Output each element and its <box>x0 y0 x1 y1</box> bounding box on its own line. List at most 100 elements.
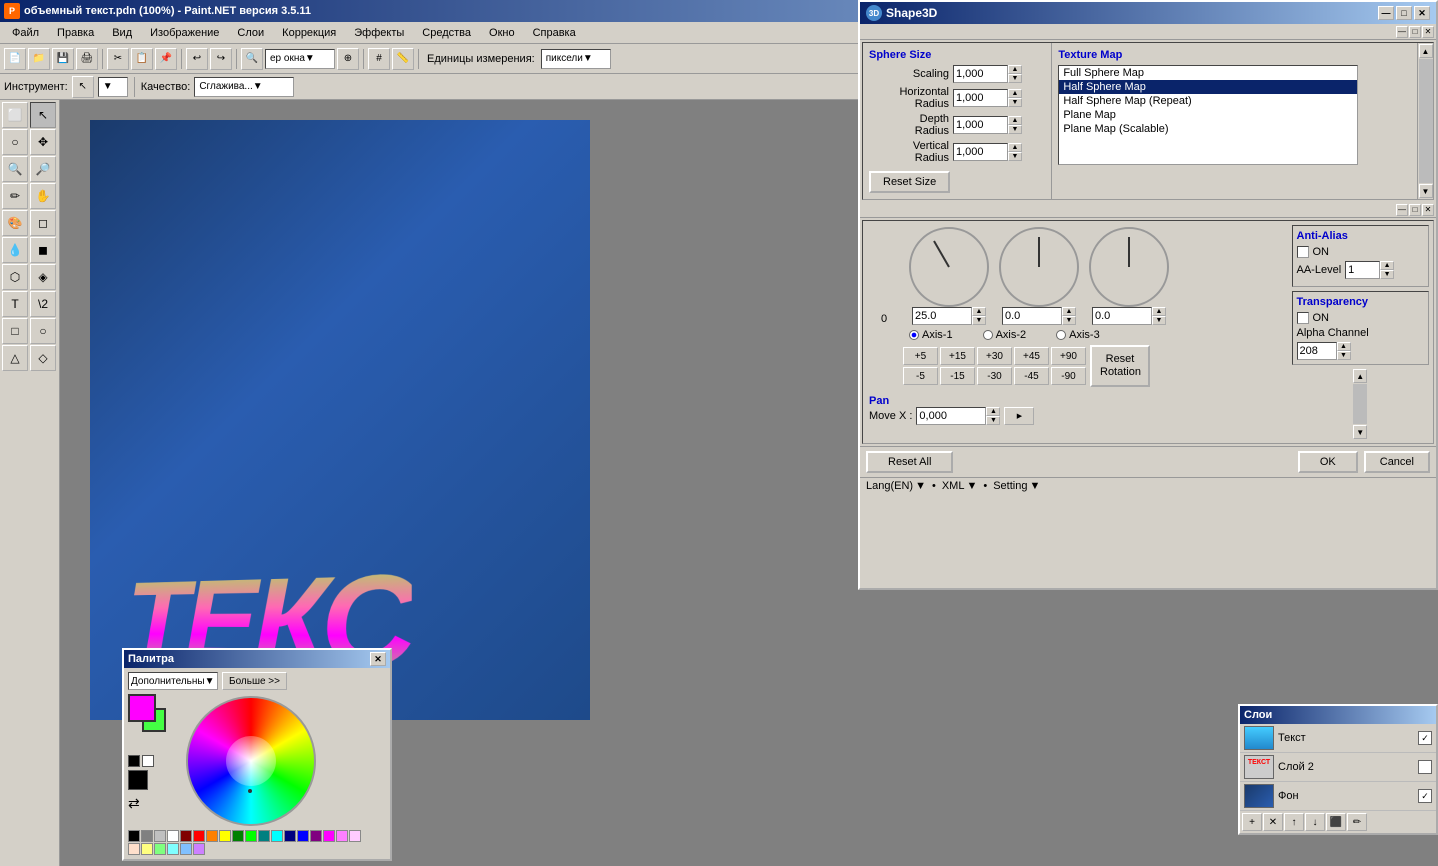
layer-merge-btn[interactable]: ⬛ <box>1326 813 1346 831</box>
depth-down[interactable]: ▼ <box>1008 125 1022 134</box>
layer-edit-btn[interactable]: ✏ <box>1347 813 1367 831</box>
tool-picker[interactable]: 💧 <box>2 237 28 263</box>
antialias-checkbox[interactable] <box>1297 246 1309 258</box>
dial2-down[interactable]: ▼ <box>1062 316 1076 325</box>
vert-up[interactable]: ▲ <box>1008 143 1022 152</box>
move-x-arrow[interactable]: ▶ <box>1004 407 1034 425</box>
color-cell[interactable] <box>193 830 205 842</box>
tool-dropdown[interactable]: ▼ <box>98 77 128 97</box>
tool-zoom-in[interactable]: 🔍 <box>2 156 28 182</box>
shape3d-maximize[interactable]: □ <box>1396 6 1412 20</box>
color-cell[interactable] <box>180 830 192 842</box>
move-x-up[interactable]: ▲ <box>986 407 1000 416</box>
tool-zoom-out[interactable]: 🔎 <box>30 156 56 182</box>
tool-move[interactable]: ↖ <box>30 102 56 128</box>
move-x-input[interactable]: 0,000 <box>916 407 986 425</box>
color-cell[interactable] <box>180 843 192 855</box>
horiz-down[interactable]: ▼ <box>1008 98 1022 107</box>
transparency-checkbox[interactable] <box>1297 312 1309 324</box>
menu-help[interactable]: Справка <box>525 25 584 41</box>
scaling-down[interactable]: ▼ <box>1008 74 1022 83</box>
tool-move2[interactable]: ✥ <box>30 129 56 155</box>
ruler-btn[interactable]: 📏 <box>392 48 414 70</box>
inner-minimize[interactable]: — <box>1396 26 1408 38</box>
tool-blur[interactable]: ◈ <box>30 264 56 290</box>
color-cell[interactable] <box>193 843 205 855</box>
cancel-btn[interactable]: Cancel <box>1364 451 1430 473</box>
axis1-radio-btn[interactable] <box>909 330 919 340</box>
texture-item-half-repeat[interactable]: Half Sphere Map (Repeat) <box>1059 94 1357 108</box>
step-plus15[interactable]: +15 <box>940 347 975 365</box>
tool-fill[interactable]: ◼ <box>30 237 56 263</box>
palette-close-btn[interactable]: ✕ <box>370 652 386 666</box>
dial2-up[interactable]: ▲ <box>1062 307 1076 316</box>
quality-combo[interactable]: Сглажива... ▼ <box>194 77 294 97</box>
axis3-radio-btn[interactable] <box>1056 330 1066 340</box>
color-cell[interactable] <box>271 830 283 842</box>
tool-eraser[interactable]: ◻ <box>30 210 56 236</box>
layer-bg-check[interactable]: ✓ <box>1418 789 1432 803</box>
inner-close[interactable]: ✕ <box>1422 26 1434 38</box>
color-cell[interactable] <box>336 830 348 842</box>
scroll-down-btn[interactable]: ▼ <box>1419 184 1433 198</box>
layers-title-bar[interactable]: Слои <box>1240 706 1436 724</box>
white-swatch[interactable] <box>142 755 154 767</box>
alpha-up[interactable]: ▲ <box>1337 342 1351 351</box>
dial1-down[interactable]: ▼ <box>972 316 986 325</box>
aa-level-down[interactable]: ▼ <box>1380 270 1394 279</box>
tool-paint[interactable]: 🎨 <box>2 210 28 236</box>
dial2[interactable] <box>999 227 1079 307</box>
color-cell[interactable] <box>167 843 179 855</box>
open-btn[interactable]: 📁 <box>28 48 50 70</box>
primary-color-swatch[interactable] <box>128 694 156 722</box>
color-cell[interactable] <box>349 830 361 842</box>
color-cell[interactable] <box>141 843 153 855</box>
tool-text[interactable]: T <box>2 291 28 317</box>
color-cell[interactable] <box>232 830 244 842</box>
tool-shape-rect[interactable]: □ <box>2 318 28 344</box>
layer-up-btn[interactable]: ↑ <box>1284 813 1304 831</box>
texture-item-plane[interactable]: Plane Map <box>1059 108 1357 122</box>
shape3d-close[interactable]: ✕ <box>1414 6 1430 20</box>
texture-item-plane-scalable[interactable]: Plane Map (Scalable) <box>1059 122 1357 136</box>
texture-item-half[interactable]: Half Sphere Map <box>1059 80 1357 94</box>
copy-btn[interactable]: 📋 <box>131 48 153 70</box>
dial3-down[interactable]: ▼ <box>1152 316 1166 325</box>
color-cell[interactable] <box>258 830 270 842</box>
menu-edit[interactable]: Правка <box>49 25 102 41</box>
units-combo[interactable]: пиксели ▼ <box>541 49 611 69</box>
active-tool-btn[interactable]: ↖ <box>72 76 94 98</box>
alpha-input[interactable]: 208 <box>1297 342 1337 360</box>
dial1-up[interactable]: ▲ <box>972 307 986 316</box>
dial3[interactable] <box>1089 227 1169 307</box>
dial3-up[interactable]: ▲ <box>1152 307 1166 316</box>
bottom-close[interactable]: ✕ <box>1422 204 1434 216</box>
menu-effects[interactable]: Эффекты <box>346 25 412 41</box>
menu-corrections[interactable]: Коррекция <box>274 25 344 41</box>
tool-shape-free[interactable]: ◇ <box>30 345 56 371</box>
xml-menu[interactable]: XML ▼ <box>942 480 978 492</box>
axis3-radio[interactable]: Axis-3 <box>1056 329 1100 341</box>
menu-layers[interactable]: Слои <box>229 25 272 41</box>
menu-tools[interactable]: Средства <box>414 25 479 41</box>
tool-shape-circle[interactable]: ○ <box>30 318 56 344</box>
dial1[interactable] <box>909 227 989 307</box>
reset-all-btn[interactable]: Reset All <box>866 451 953 473</box>
dial1-value[interactable]: 25.0 <box>912 307 972 325</box>
lang-menu[interactable]: Lang(EN) ▼ <box>866 480 926 492</box>
scroll-up-btn[interactable]: ▲ <box>1419 44 1433 58</box>
dial2-value[interactable]: 0.0 <box>1002 307 1062 325</box>
axis1-radio[interactable]: Axis-1 <box>909 329 953 341</box>
vert-down[interactable]: ▼ <box>1008 152 1022 161</box>
color-cell[interactable] <box>154 830 166 842</box>
print-btn[interactable]: 🖨 <box>76 48 98 70</box>
cut-btn[interactable]: ✂ <box>107 48 129 70</box>
tool-pencil[interactable]: ✏ <box>2 183 28 209</box>
right-scroll-up[interactable]: ▲ <box>1353 369 1367 383</box>
new-btn[interactable]: 📄 <box>4 48 26 70</box>
step-plus45[interactable]: +45 <box>1014 347 1049 365</box>
color-cell[interactable] <box>128 830 140 842</box>
color-cell[interactable] <box>154 843 166 855</box>
extra-swatch1[interactable] <box>128 770 148 790</box>
shape3d-title-bar[interactable]: 3D Shape3D — □ ✕ <box>860 2 1436 24</box>
